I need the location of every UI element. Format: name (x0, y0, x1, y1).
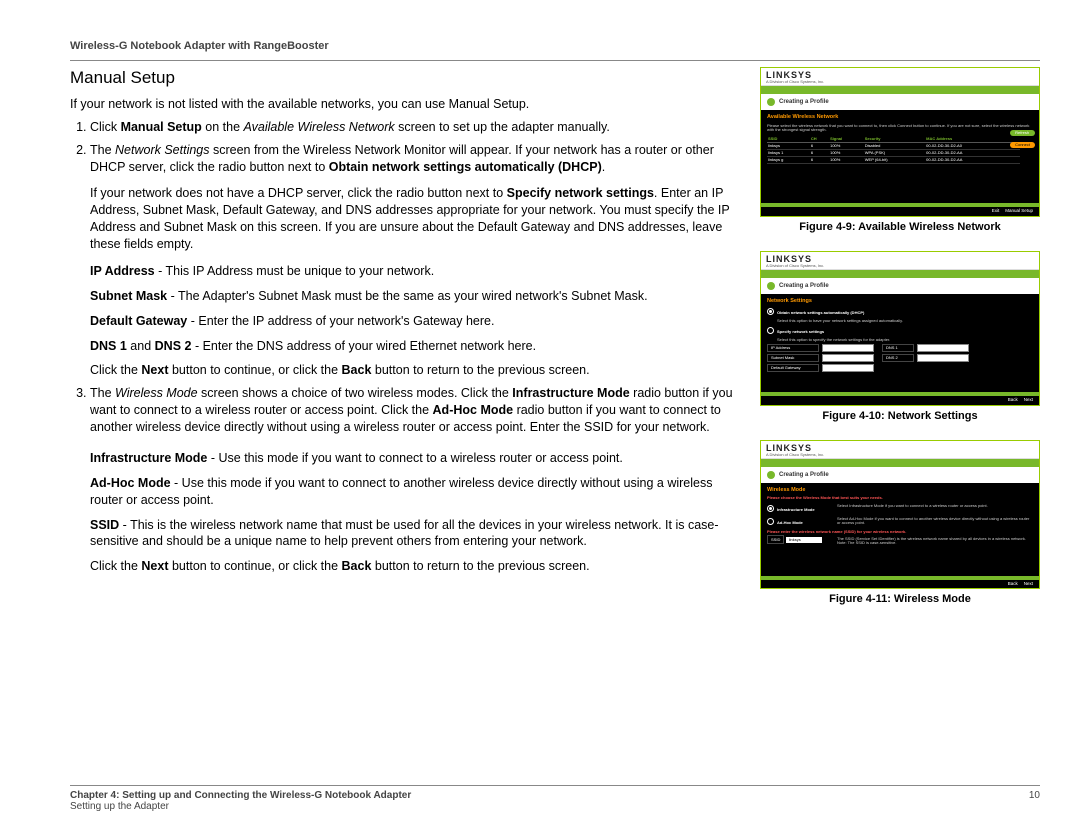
next-link[interactable]: Next (1024, 397, 1033, 402)
dns1-input[interactable] (917, 344, 969, 352)
manual-setup-link[interactable]: Manual Setup (1005, 208, 1033, 213)
next-link[interactable]: Next (1024, 581, 1033, 586)
ssid-input[interactable]: linksys (786, 537, 822, 543)
product-header: Wireless-G Notebook Adapter with RangeBo… (70, 40, 1040, 52)
figure-4-11-screenshot: LINKSYS A Division of Cisco Systems, Inc… (760, 440, 1040, 590)
infrastructure-radio[interactable] (767, 505, 774, 512)
page-number: 10 (1029, 790, 1040, 812)
figure-column: LINKSYS A Division of Cisco Systems, Inc… (760, 67, 1040, 623)
ip-input[interactable] (822, 344, 874, 352)
main-text-column: Manual Setup If your network is not list… (70, 67, 740, 623)
header-rule (70, 60, 1040, 61)
dns2-input[interactable] (917, 354, 969, 362)
page-footer: Chapter 4: Setting up and Connecting the… (70, 785, 1040, 812)
gateway-input[interactable] (822, 364, 874, 372)
section-title: Manual Setup (70, 67, 740, 90)
step-3: The Wireless Mode screen shows a choice … (90, 385, 740, 575)
intro-paragraph: If your network is not listed with the a… (70, 96, 740, 113)
specify-radio[interactable] (767, 327, 774, 334)
step-2: The Network Settings screen from the Wir… (90, 142, 740, 380)
exit-link[interactable]: Exit (992, 208, 1000, 213)
subnet-input[interactable] (822, 354, 874, 362)
figure-4-10-caption: Figure 4-10: Network Settings (760, 410, 1040, 422)
back-link[interactable]: Back (1008, 397, 1018, 402)
back-link[interactable]: Back (1008, 581, 1018, 586)
network-table: SSIDCHSignalSecurityMAC Address linksys6… (767, 136, 1020, 164)
profile-icon (767, 98, 775, 106)
refresh-button[interactable]: Refresh (1010, 130, 1035, 136)
dhcp-radio[interactable] (767, 308, 774, 315)
figure-4-9-caption: Figure 4-9: Available Wireless Network (760, 221, 1040, 233)
figure-4-10-screenshot: LINKSYS A Division of Cisco Systems, Inc… (760, 251, 1040, 406)
connect-button[interactable]: Connect (1010, 142, 1035, 148)
adhoc-radio[interactable] (767, 518, 774, 525)
figure-4-9-screenshot: LINKSYS A Division of Cisco Systems, Inc… (760, 67, 1040, 217)
figure-4-11-caption: Figure 4-11: Wireless Mode (760, 593, 1040, 605)
step-1: Click Manual Setup on the Available Wire… (90, 119, 740, 136)
